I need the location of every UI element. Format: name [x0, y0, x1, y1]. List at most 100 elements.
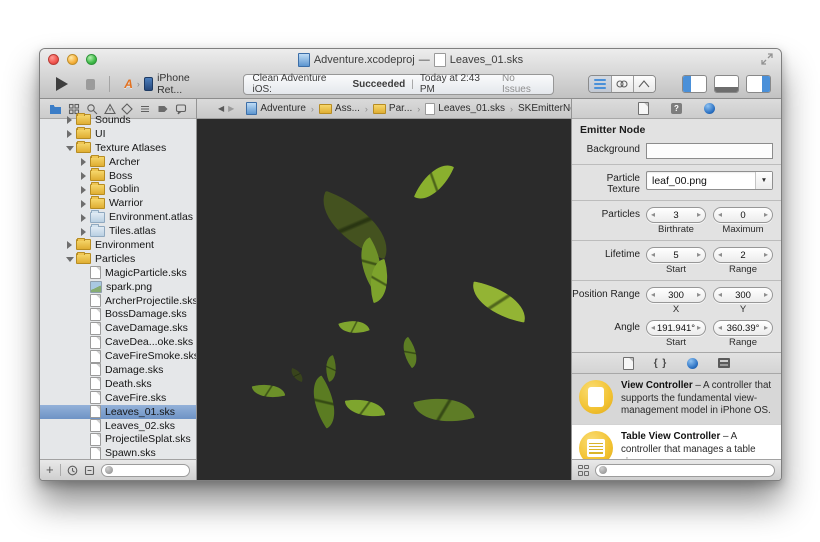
library-view-mode-icon[interactable]: [578, 464, 589, 476]
tree-row[interactable]: Warrior: [40, 196, 196, 210]
stepper-increment-button[interactable]: ▸: [697, 291, 701, 299]
library-filter-field[interactable]: [595, 463, 775, 477]
tree-row[interactable]: Leaves_02.sks: [40, 419, 196, 433]
breadcrumb-project[interactable]: Adventure: [246, 102, 306, 115]
stepper-increment-button[interactable]: ▸: [697, 251, 701, 259]
stepper-value[interactable]: 360.39°: [722, 323, 764, 334]
version-editor-button[interactable]: [633, 76, 655, 92]
stepper-increment-button[interactable]: ▸: [764, 291, 768, 299]
tree-row[interactable]: Spawn.sks: [40, 446, 196, 459]
disclosure-triangle[interactable]: [66, 130, 73, 139]
toggle-utilities-button[interactable]: [746, 75, 772, 93]
tree-row[interactable]: Goblin: [40, 182, 196, 196]
disclosure-triangle[interactable]: [66, 144, 74, 152]
breadcrumb-node[interactable]: SKEmitterNode: [518, 103, 571, 114]
tree-row[interactable]: UI: [40, 126, 196, 141]
tree-row[interactable]: CaveDea...oke.sks: [40, 335, 196, 349]
disclosure-triangle[interactable]: [66, 255, 74, 263]
tree-row[interactable]: BossDamage.sks: [40, 307, 196, 321]
disclosure-triangle[interactable]: [80, 172, 87, 180]
stepper-field[interactable]: ◂ 300 ▸: [713, 287, 773, 303]
tree-row[interactable]: Archer: [40, 154, 196, 169]
disclosure-triangle[interactable]: [80, 185, 87, 194]
forward-button[interactable]: ▶: [228, 104, 234, 113]
scm-status-icon[interactable]: [84, 465, 95, 476]
tree-row[interactable]: Death.sks: [40, 377, 196, 391]
stepper-value[interactable]: 5: [655, 250, 697, 261]
zoom-button[interactable]: [86, 54, 97, 65]
toggle-navigator-button[interactable]: [682, 75, 708, 93]
navigator-filter-field[interactable]: [100, 463, 190, 477]
disclosure-triangle[interactable]: [80, 227, 87, 236]
stepper-increment-button[interactable]: ▸: [697, 211, 701, 219]
tree-row[interactable]: ProjectileSplat.sks: [40, 432, 196, 446]
tree-row[interactable]: CaveDamage.sks: [40, 321, 196, 335]
particle-texture-combobox[interactable]: leaf_00.png ▼: [646, 171, 773, 190]
stepper-increment-button[interactable]: ▸: [764, 211, 768, 219]
stepper-field[interactable]: ◂ 3 ▸: [646, 207, 706, 223]
tree-row[interactable]: MagicParticle.sks: [40, 266, 196, 280]
disclosure-triangle[interactable]: [66, 241, 73, 250]
tree-row-selected[interactable]: Leaves_01.sks: [40, 404, 196, 419]
stepper-field[interactable]: ◂ 191.941° ▸: [646, 320, 706, 336]
stepper-field[interactable]: ◂ 2 ▸: [713, 247, 773, 263]
stop-button[interactable]: [86, 78, 96, 90]
tree-row[interactable]: Damage.sks: [40, 363, 196, 377]
code-snippet-library-icon[interactable]: { }: [654, 358, 668, 369]
disclosure-triangle[interactable]: [80, 158, 87, 167]
stepper-value[interactable]: 2: [722, 250, 764, 261]
assistant-editor-button[interactable]: [611, 76, 634, 92]
scheme-selector[interactable]: A › iPhone Ret...: [124, 72, 205, 96]
toggle-debug-area-button[interactable]: [714, 75, 740, 93]
quick-help-tab-icon[interactable]: ?: [671, 103, 682, 114]
stepper-increment-button[interactable]: ▸: [764, 251, 768, 259]
particle-texture-value[interactable]: leaf_00.png: [647, 175, 755, 187]
back-button[interactable]: ◀: [218, 104, 224, 113]
related-items-icon[interactable]: [203, 103, 206, 114]
stepper-field[interactable]: ◂ 300 ▸: [646, 287, 706, 303]
stepper-value[interactable]: 191.941°: [655, 323, 697, 334]
tree-row[interactable]: CaveFire.sks: [40, 391, 196, 405]
library-item[interactable]: View Controller – A controller that supp…: [572, 374, 781, 426]
run-button[interactable]: [56, 77, 68, 91]
file-inspector-tab-icon[interactable]: [638, 102, 649, 115]
stepper-field[interactable]: ◂ 0 ▸: [713, 207, 773, 223]
tree-row[interactable]: spark.png: [40, 280, 196, 294]
titlebar[interactable]: Adventure.xcodeproj — Leaves_01.sks: [40, 49, 781, 70]
tree-row[interactable]: Environment: [40, 237, 196, 252]
disclosure-triangle[interactable]: [80, 199, 87, 208]
stepper-value[interactable]: 300: [722, 290, 764, 301]
add-file-button[interactable]: +: [46, 463, 54, 476]
library-item[interactable]: Table View Controller – A controller tha…: [572, 425, 781, 459]
minimize-button[interactable]: [67, 54, 78, 65]
disclosure-triangle[interactable]: [66, 116, 73, 125]
breadcrumb-file[interactable]: Leaves_01.sks: [425, 102, 505, 115]
file-template-library-icon[interactable]: [622, 356, 634, 370]
tree-row[interactable]: Texture Atlases: [40, 140, 196, 155]
breadcrumb-assets[interactable]: Ass...: [318, 103, 360, 114]
tree-row[interactable]: Particles: [40, 251, 196, 266]
combobox-dropdown-button[interactable]: ▼: [755, 172, 772, 189]
breadcrumb-particles[interactable]: Par...: [372, 103, 412, 114]
stepper-value[interactable]: 3: [655, 210, 697, 221]
tree-row[interactable]: Environment.atlas: [40, 210, 196, 224]
stepper-field[interactable]: ◂ 5 ▸: [646, 247, 706, 263]
tree-row[interactable]: Boss: [40, 168, 196, 183]
standard-editor-button[interactable]: [589, 76, 612, 92]
emitter-canvas[interactable]: [197, 119, 571, 480]
recent-files-icon[interactable]: [67, 465, 78, 476]
stepper-value[interactable]: 300: [655, 290, 697, 301]
tree-row[interactable]: ArcherProjectile.sks: [40, 294, 196, 308]
tree-row[interactable]: Sounds: [40, 113, 196, 127]
tree-row[interactable]: Tiles.atlas: [40, 223, 196, 238]
stepper-value[interactable]: 0: [722, 210, 764, 221]
stepper-field[interactable]: ◂ 360.39° ▸: [713, 320, 773, 336]
media-library-icon[interactable]: [718, 358, 731, 368]
background-color-well[interactable]: [646, 143, 773, 159]
tree-row[interactable]: CaveFireSmoke.sks: [40, 349, 196, 363]
stepper-increment-button[interactable]: ▸: [764, 324, 768, 332]
stepper-increment-button[interactable]: ▸: [697, 324, 701, 332]
node-inspector-tab-icon[interactable]: [704, 103, 715, 114]
close-button[interactable]: [48, 54, 59, 65]
object-library-icon[interactable]: [687, 357, 699, 369]
